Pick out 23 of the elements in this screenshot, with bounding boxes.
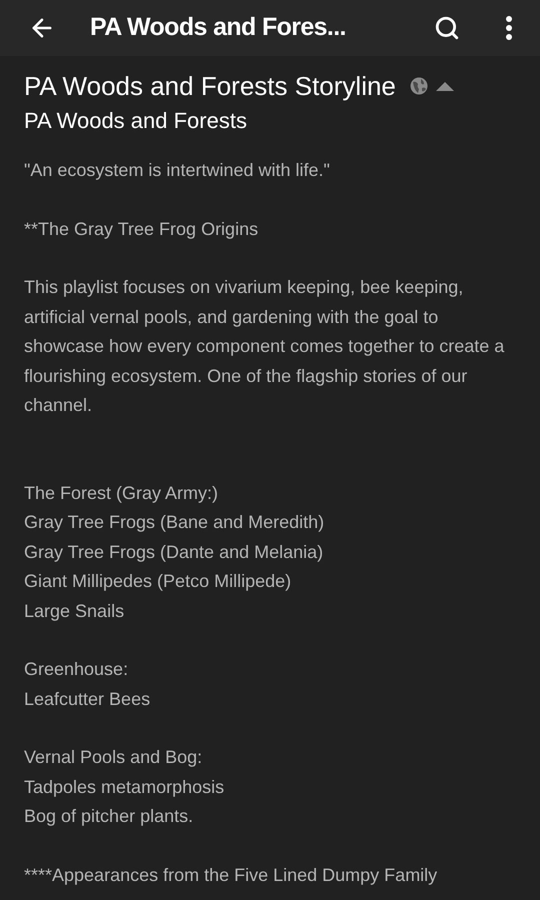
- channel-name: PA Woods and Forests: [24, 107, 248, 135]
- playlist-title: PA Woods and Forests Storyline: [24, 70, 396, 103]
- description-text: Giant Millipedes (Petco Millipede): [24, 570, 292, 593]
- description-text: Gray Tree Frogs (Bane and Meredith): [24, 511, 326, 534]
- description-text: "An ecosystem is intertwined with life.": [24, 159, 331, 182]
- description-text: Gray Tree Frogs (Dante and Melania): [24, 540, 324, 564]
- more-options-button[interactable]: [506, 16, 512, 40]
- description-text: **The Gray Tree Frog Origins: [24, 218, 260, 241]
- description-text: Greenhouse:: [24, 658, 130, 681]
- search-button[interactable]: [434, 15, 460, 41]
- more-options-icon: [506, 16, 512, 40]
- description-text: ****Appearances from the Five Lined Dumpy Family: [24, 864, 438, 887]
- collapse-toggle[interactable]: [434, 79, 456, 93]
- description-text: Leafcutter Bees: [24, 688, 152, 710]
- description-text: Vernal Pools and Bog:: [24, 746, 204, 769]
- description-text: Tadpoles metamorphosis: [24, 776, 226, 799]
- search-icon: [434, 15, 460, 41]
- description-text: Large Snails: [24, 600, 126, 623]
- globe-icon: [410, 77, 428, 95]
- app-bar-title: PA Woods and Fores...: [90, 12, 346, 44]
- description-text: This playlist focuses on vivarium keeping, bee keeping, artificial vernal pools, and gardening with the goal to showcase how every component comes together to create a flourishing ecosystem. One of the flagship stories of our channel.: [24, 276, 506, 417]
- description-text: The Forest (Gray Army:): [24, 482, 220, 505]
- description-text: Bog of pitcher plants.: [24, 805, 194, 828]
